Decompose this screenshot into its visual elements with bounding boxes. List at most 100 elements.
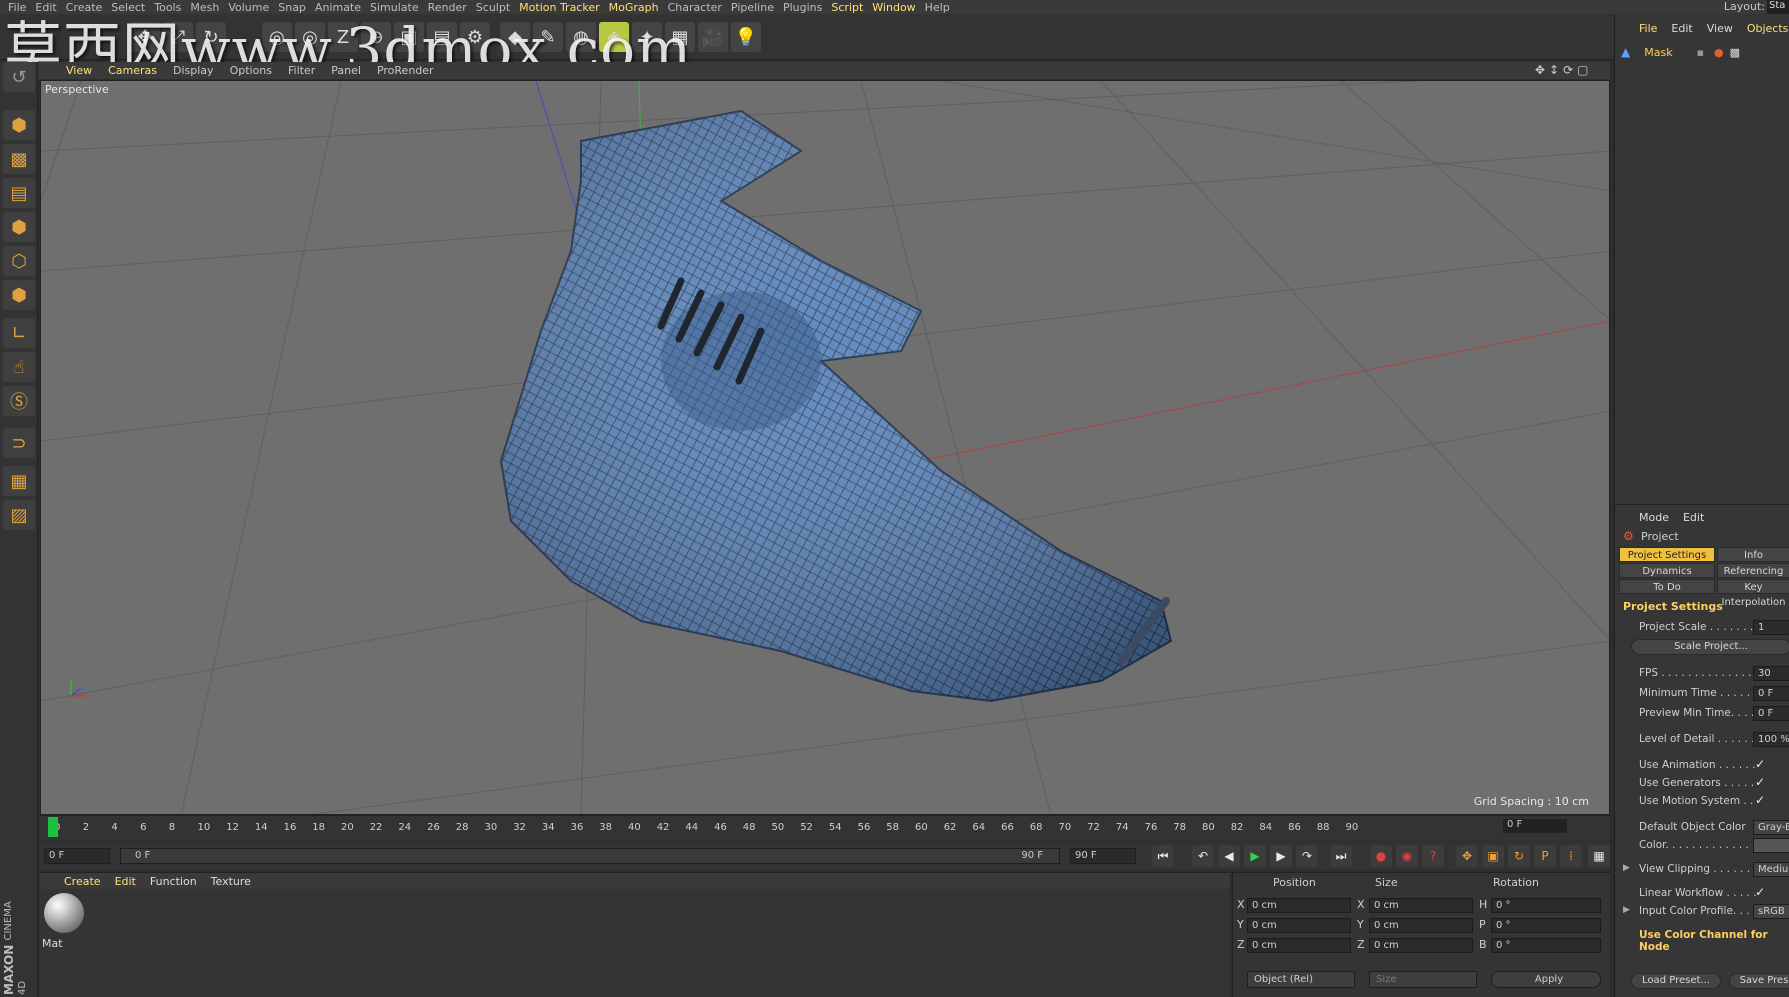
object-row-mask[interactable]: ▲ Mask ▪ ● ▩ — [1621, 44, 1786, 60]
size-x-field[interactable]: 0 cm — [1369, 898, 1473, 913]
previous-key-icon[interactable]: ↶ — [1192, 845, 1214, 867]
attr-menu-edit[interactable]: Edit — [1683, 511, 1704, 524]
menu-pipeline[interactable]: Pipeline — [731, 1, 783, 14]
use-motion-system-checkbox[interactable]: ✓ — [1755, 793, 1765, 807]
minimum-time-field[interactable]: 0 F — [1753, 686, 1789, 701]
go-to-start-icon[interactable]: ⏮ — [1152, 845, 1174, 867]
menu-script[interactable]: Script — [831, 1, 872, 14]
material-menu-create[interactable]: Create — [64, 875, 101, 888]
rotation-key-icon[interactable]: ↻ — [1508, 845, 1530, 867]
expand-arrow-icon[interactable]: ▶ — [1623, 863, 1630, 873]
object-name[interactable]: Mask — [1644, 46, 1672, 59]
tab-to-do[interactable]: To Do — [1619, 579, 1715, 594]
view-clipping-dropdown[interactable]: Mediu — [1753, 862, 1789, 877]
viewport-menu-prorender[interactable]: ProRender — [377, 64, 434, 77]
end-frame-field[interactable]: 90 F — [1070, 848, 1136, 864]
material-menu-function[interactable]: Function — [150, 875, 197, 888]
magnet-icon[interactable]: ⊃ — [3, 428, 35, 458]
material-preview-swatch[interactable] — [44, 893, 84, 933]
use-color-channel-node-label[interactable]: Use Color Channel for Node — [1639, 929, 1789, 953]
perspective-viewport[interactable]: Perspective Grid Spacing : 10 cm — [40, 80, 1610, 815]
planar-workplane-icon[interactable]: ▨ — [3, 500, 35, 530]
autokey-icon[interactable]: ◉ — [1396, 845, 1418, 867]
viewport-nav-icons[interactable]: ✥↕⟳▢ — [1535, 63, 1593, 77]
workplane-icon[interactable]: ▤ — [3, 178, 35, 208]
use-animation-checkbox[interactable]: ✓ — [1755, 757, 1765, 771]
rotation-p-field[interactable]: 0 ° — [1491, 918, 1601, 933]
tab-dynamics[interactable]: Dynamics — [1619, 563, 1715, 578]
menu-plugins[interactable]: Plugins — [783, 1, 831, 14]
tweak-mode-icon[interactable]: ☝ — [3, 352, 35, 382]
go-to-end-icon[interactable]: ⏭ — [1330, 845, 1352, 867]
timeline-playhead[interactable] — [48, 817, 58, 837]
size-z-field[interactable]: 0 cm — [1369, 938, 1473, 953]
current-frame-field[interactable]: 0 F — [1503, 819, 1567, 833]
position-y-field[interactable]: 0 cm — [1247, 918, 1351, 933]
timeline-scheme-icon[interactable]: ▦ — [1588, 845, 1610, 867]
load-preset-button[interactable]: Load Preset... — [1631, 973, 1721, 989]
camera-icon[interactable]: 🎥 — [698, 22, 728, 52]
viewport-menu-options[interactable]: Options — [230, 64, 272, 77]
record-key-icon[interactable]: ● — [1370, 845, 1392, 867]
objects-menu-file[interactable]: File — [1639, 22, 1657, 35]
scale-key-icon[interactable]: ▣ — [1482, 845, 1504, 867]
default-object-color-dropdown[interactable]: Gray-B — [1753, 820, 1789, 835]
size-mode-dropdown[interactable]: Size — [1369, 971, 1477, 988]
light-bulb-icon[interactable]: 💡 — [731, 22, 761, 52]
scale-project-button[interactable]: Scale Project... — [1631, 639, 1789, 655]
viewport-menu-view[interactable]: View — [66, 64, 92, 77]
menu-window[interactable]: Window — [872, 1, 924, 14]
range-slider[interactable]: 0 F 90 F — [120, 848, 1060, 864]
size-y-field[interactable]: 0 cm — [1369, 918, 1473, 933]
position-x-field[interactable]: 0 cm — [1247, 898, 1351, 913]
texture-tag-icon[interactable]: ▩ — [1730, 46, 1740, 59]
coordinate-mode-dropdown[interactable]: Object (Rel) — [1247, 971, 1355, 988]
objects-menu-objects[interactable]: Objects — [1747, 22, 1789, 35]
play-icon[interactable]: ▶ — [1244, 845, 1266, 867]
tab-info[interactable]: Info — [1717, 547, 1789, 562]
attr-menu-mode[interactable]: Mode — [1639, 511, 1669, 524]
polygons-mode-icon[interactable]: ⬢ — [3, 280, 35, 310]
project-scale-field[interactable]: 1 — [1753, 620, 1789, 635]
texture-mode-icon[interactable]: ▩ — [3, 144, 35, 174]
viewport-menu-panel[interactable]: Panel — [331, 64, 361, 77]
apply-button[interactable]: Apply — [1491, 971, 1601, 988]
objects-menu-view[interactable]: View — [1707, 22, 1733, 35]
rotation-b-field[interactable]: 0 ° — [1491, 938, 1601, 953]
next-key-icon[interactable]: ↷ — [1296, 845, 1318, 867]
workplane-lock-icon[interactable]: ▦ — [3, 466, 35, 496]
expand-arrow-icon[interactable]: ▶ — [1623, 905, 1630, 915]
fps-field[interactable]: 30 — [1753, 666, 1789, 681]
axis-mode-icon[interactable]: ∟ — [3, 318, 35, 348]
points-mode-icon[interactable]: ⬢ — [3, 212, 35, 242]
mask-mesh[interactable] — [499, 109, 1173, 703]
input-color-profile-dropdown[interactable]: sRGB — [1753, 904, 1789, 919]
tab-referencing[interactable]: Referencing — [1717, 563, 1789, 578]
start-frame-field[interactable]: 0 F — [44, 848, 110, 864]
tag-icon[interactable]: ● — [1714, 46, 1724, 59]
make-editable-icon[interactable]: ⬢ — [3, 110, 35, 140]
tab-project-settings[interactable]: Project Settings — [1619, 547, 1715, 562]
viewport-menu-display[interactable]: Display — [173, 64, 214, 77]
layout-dropdown[interactable]: Sta — [1767, 0, 1789, 14]
menu-help[interactable]: Help — [925, 1, 959, 14]
undo-icon[interactable]: ↺ — [3, 62, 35, 92]
material-menu-texture[interactable]: Texture — [211, 875, 251, 888]
viewport-menu-cameras[interactable]: Cameras — [108, 64, 157, 77]
position-key-icon[interactable]: ✥ — [1456, 845, 1478, 867]
save-preset-button[interactable]: Save Pres — [1729, 973, 1789, 989]
viewport-menu-filter[interactable]: Filter — [288, 64, 315, 77]
use-generators-checkbox[interactable]: ✓ — [1755, 775, 1765, 789]
preview-min-time-field[interactable]: 0 F — [1753, 706, 1789, 721]
parameter-key-icon[interactable]: P — [1534, 845, 1556, 867]
previous-frame-icon[interactable]: ◀ — [1218, 845, 1240, 867]
next-frame-icon[interactable]: ▶ — [1270, 845, 1292, 867]
point-level-key-icon[interactable]: ⁞ — [1560, 845, 1582, 867]
snapping-icon[interactable]: Ⓢ — [3, 386, 35, 416]
material-name[interactable]: Mat — [42, 937, 63, 950]
rotation-h-field[interactable]: 0 ° — [1491, 898, 1601, 913]
edges-mode-icon[interactable]: ⬡ — [3, 246, 35, 276]
material-menu-edit[interactable]: Edit — [115, 875, 136, 888]
objects-menu-edit[interactable]: Edit — [1671, 22, 1692, 35]
keyframe-selection-icon[interactable]: ? — [1422, 845, 1444, 867]
